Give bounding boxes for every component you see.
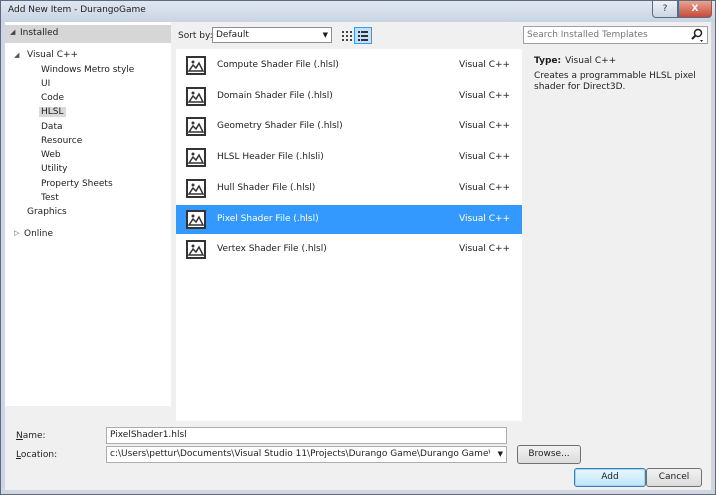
image-file-icon (186, 210, 206, 229)
name-field[interactable] (106, 427, 507, 444)
collapse-arrow-icon[interactable]: ▷ (14, 229, 19, 237)
image-file-icon (186, 56, 206, 75)
template-row-vertex-shader[interactable]: Vertex Shader File (.hlsl) Visual C++ (176, 235, 522, 264)
tree-item-hlsl[interactable]: HLSL (39, 107, 66, 117)
cancel-button[interactable]: Cancel (646, 468, 702, 487)
tree-item-label: Installed (20, 28, 59, 38)
image-file-icon (186, 179, 206, 198)
name-input[interactable] (110, 430, 494, 440)
template-name: Geometry Shader File (.hlsl) (217, 121, 343, 131)
chevron-down-icon: ▼ (322, 31, 328, 39)
template-name: Hull Shader File (.hlsl) (217, 183, 316, 193)
close-button[interactable]: X (678, 1, 712, 18)
tree-item-test[interactable]: Test (41, 193, 59, 203)
template-name: Vertex Shader File (.hlsl) (217, 244, 327, 254)
location-label: Location: (16, 450, 57, 460)
template-list: Compute Shader File (.hlsl) Visual C++ D… (176, 49, 522, 421)
template-row-domain-shader[interactable]: Domain Shader File (.hlsl) Visual C++ (176, 82, 522, 111)
image-file-icon (186, 117, 206, 136)
template-language: Visual C++ (459, 121, 511, 131)
template-name: Domain Shader File (.hlsl) (217, 91, 333, 101)
tree-item-graphics[interactable]: Graphics (27, 207, 67, 217)
type-line: Type: Visual C++ (534, 56, 616, 66)
search-icon[interactable] (690, 27, 704, 43)
tree-item-installed[interactable]: ◢ Installed (5, 25, 171, 43)
image-file-icon (186, 148, 206, 167)
tree-item-data[interactable]: Data (41, 122, 63, 132)
tree-item-property-sheets[interactable]: Property Sheets (41, 179, 113, 189)
template-row-compute-shader[interactable]: Compute Shader File (.hlsl) Visual C++ (176, 51, 522, 80)
template-name: HLSL Header File (.hlsli) (217, 152, 324, 162)
add-new-item-dialog: Add New Item - DurangoGame ? X ◢ Install… (0, 0, 716, 495)
window-title: Add New Item - DurangoGame (8, 5, 146, 15)
tree-item-visual-cpp[interactable]: Visual C++ (27, 50, 78, 60)
template-language: Visual C++ (459, 183, 511, 193)
template-language: Visual C++ (459, 214, 511, 224)
template-row-hlsl-header[interactable]: HLSL Header File (.hlsli) Visual C++ (176, 143, 522, 172)
tree-item-web[interactable]: Web (41, 150, 61, 160)
chevron-down-icon[interactable]: ▼ (498, 450, 503, 458)
help-button[interactable]: ? (652, 1, 678, 18)
tree-item-windows-metro-style[interactable]: Windows Metro style (41, 65, 134, 75)
list-view-icon (358, 31, 368, 41)
category-tree: ◢ Installed ◢ Visual C++ Windows Metro s… (5, 22, 171, 406)
expand-arrow-icon[interactable]: ◢ (14, 51, 19, 59)
expand-arrow-icon[interactable]: ◢ (10, 28, 15, 36)
search-installed-templates[interactable] (523, 26, 708, 44)
image-file-icon (186, 240, 206, 259)
template-description: Creates a programmable HLSL pixel shader… (534, 71, 696, 92)
sort-by-label: Sort by: (178, 31, 213, 41)
tree-item-ui[interactable]: UI (41, 79, 50, 89)
sort-by-select[interactable]: Default ▼ (212, 27, 332, 43)
name-label-text: ame: (22, 431, 46, 441)
name-label: Name: (16, 431, 46, 441)
tree-item-online[interactable]: Online (24, 229, 53, 239)
name-label-accelerator: N (16, 431, 23, 441)
template-row-hull-shader[interactable]: Hull Shader File (.hlsl) Visual C++ (176, 174, 522, 203)
search-input[interactable] (527, 29, 687, 41)
template-row-geometry-shader[interactable]: Geometry Shader File (.hlsl) Visual C++ (176, 112, 522, 141)
tree-item-resource[interactable]: Resource (41, 136, 82, 146)
template-language: Visual C++ (459, 60, 511, 70)
title-bar: Add New Item - DurangoGame ? X (1, 1, 715, 22)
location-label-text: ocation: (20, 450, 58, 460)
dialog-content: ◢ Installed ◢ Visual C++ Windows Metro s… (5, 22, 711, 490)
template-name: Compute Shader File (.hlsl) (217, 60, 339, 70)
template-language: Visual C++ (459, 152, 511, 162)
add-button[interactable]: Add (574, 468, 646, 487)
type-label: Type: (534, 56, 562, 66)
template-name: Pixel Shader File (.hlsl) (217, 214, 319, 224)
location-combobox[interactable]: ▼ (106, 446, 507, 463)
template-language: Visual C++ (459, 244, 511, 254)
template-row-pixel-shader[interactable]: Pixel Shader File (.hlsl) Visual C++ (176, 205, 522, 234)
browse-button[interactable]: Browse... (517, 445, 581, 464)
template-details: Type: Visual C++ Creates a programmable H… (525, 49, 711, 421)
tree-item-utility[interactable]: Utility (41, 164, 67, 174)
tree-item-code[interactable]: Code (41, 93, 64, 103)
image-file-icon (186, 87, 206, 106)
sort-by-value: Default (216, 30, 249, 40)
type-value: Visual C++ (565, 56, 617, 66)
list-view-button[interactable] (354, 27, 372, 44)
location-input[interactable] (110, 449, 490, 459)
template-language: Visual C++ (459, 91, 511, 101)
